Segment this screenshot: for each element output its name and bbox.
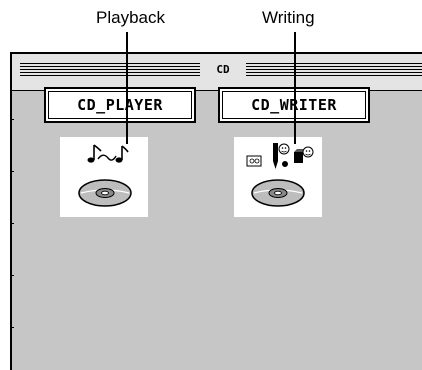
cd-disc-icon	[78, 179, 132, 207]
edge-tick	[10, 223, 14, 224]
floppy-disk-icon	[246, 155, 262, 167]
face-icon	[302, 146, 314, 158]
face-icon	[278, 143, 290, 155]
window-content	[10, 91, 422, 370]
callout-playback: Playback	[96, 8, 165, 27]
cd-disc-icon	[251, 179, 305, 207]
cd-player-button[interactable]: CD_PLAYER	[44, 87, 196, 123]
title-bar-stripes-right	[246, 63, 422, 77]
cd-player-icon[interactable]	[60, 137, 148, 217]
leader-line-playback	[126, 32, 128, 144]
button-icon	[282, 161, 288, 167]
edge-tick	[10, 275, 14, 276]
cd-writer-icon-graphic	[246, 143, 314, 207]
window-title: CD	[216, 63, 230, 76]
callout-writing: Writing	[262, 8, 315, 27]
leader-line-writing	[294, 32, 296, 144]
cd-writer-icon[interactable]	[234, 137, 322, 217]
title-bar-stripes-left	[20, 63, 200, 77]
cd-player-icon-graphic	[78, 144, 132, 207]
edge-tick	[10, 171, 14, 172]
wave-icon	[97, 154, 117, 161]
pen-icon	[273, 143, 278, 169]
edge-tick	[10, 327, 14, 328]
edge-tick	[10, 119, 14, 120]
music-note-icon	[115, 145, 129, 163]
window-title-bar[interactable]: CD	[12, 54, 422, 91]
cd-player-label: CD_PLAYER	[48, 91, 192, 119]
music-note-icon	[87, 144, 102, 163]
